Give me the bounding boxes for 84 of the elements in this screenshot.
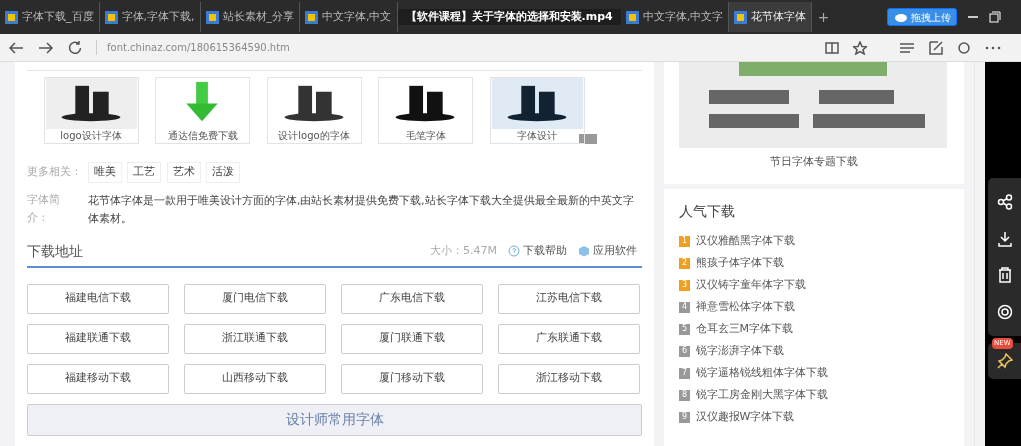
menu-icon[interactable] xyxy=(899,41,915,54)
back-icon[interactable] xyxy=(8,40,24,55)
software-link[interactable]: 应用软件 xyxy=(577,242,637,260)
browser-tab[interactable]: 字体,字体下载, xyxy=(99,2,201,32)
pen-icon[interactable] xyxy=(929,40,943,55)
page-icon xyxy=(305,10,318,24)
download-button[interactable]: 浙江联通下载 xyxy=(184,323,326,354)
browser-tab[interactable]: 花节体字体 xyxy=(729,2,813,32)
rank-badge: 4 xyxy=(679,301,690,313)
thumbnail-caption: logo设计字体 xyxy=(59,129,123,143)
thumbnail-caption: 通达信免费下载 xyxy=(166,129,239,143)
intro-text: 花节体字体是一款用于唯美设计方面的字体,由站长素材提供免费下载,站长字体下载大全提供最全最新的中英文字体素材。 xyxy=(88,192,635,226)
browser-tab[interactable]: 中文字体,中文 xyxy=(300,2,398,32)
download-button[interactable]: 厦门电信下载 xyxy=(184,283,326,314)
video-title: 【软件课程】关于字体的选择和安装.mp4 xyxy=(397,8,621,26)
page-icon xyxy=(205,10,219,24)
thumbnail[interactable]: 字体设计 xyxy=(489,77,585,144)
page-icon xyxy=(104,10,118,24)
download-button[interactable]: 山西移动下载 xyxy=(184,363,326,394)
download-button[interactable]: 广东电信下载 xyxy=(341,283,483,314)
box-icon xyxy=(577,245,590,257)
popular-link[interactable]: 汉仪雅酷黑字体下载 xyxy=(695,233,795,250)
popular-link[interactable]: 锐字工房金刚大黑字体下载 xyxy=(695,387,828,404)
thumbnail-caption: 字体设计 xyxy=(516,129,558,143)
popular-link[interactable]: 熊孩子体字体下载 xyxy=(695,255,784,272)
popular-link[interactable]: 锐字逼格锐线粗体字体下载 xyxy=(695,365,828,382)
thumbnail[interactable]: logo设计字体 xyxy=(43,77,139,144)
page-icon xyxy=(625,10,639,24)
star-icon[interactable] xyxy=(853,40,867,55)
tag-link[interactable]: 活泼 xyxy=(206,162,240,183)
download-button[interactable]: 广东联通下载 xyxy=(498,323,640,354)
download-button[interactable]: 厦门移动下载 xyxy=(341,363,483,394)
help-link[interactable]: 下载帮助 xyxy=(508,242,567,260)
thumbnail[interactable]: 毛笔字体 xyxy=(378,77,473,144)
browser-tab[interactable]: 字体下载_百度 xyxy=(0,2,100,32)
tag-link[interactable]: 唯美 xyxy=(87,162,122,183)
download-button[interactable]: 浙江移动下载 xyxy=(498,363,640,394)
popular-link[interactable]: 禅意雪松体字体下载 xyxy=(695,299,795,316)
rank-badge: 6 xyxy=(679,345,690,357)
restore-icon[interactable] xyxy=(989,11,1001,23)
rank-badge: 2 xyxy=(679,257,690,269)
refresh-icon[interactable] xyxy=(68,40,82,55)
rank-badge: 3 xyxy=(679,279,690,291)
rank-badge: 9 xyxy=(679,411,690,423)
download-button[interactable]: 福建联通下载 xyxy=(27,323,169,354)
ad-tag xyxy=(579,134,597,144)
rank-badge: 1 xyxy=(679,235,690,247)
reading-view-icon[interactable] xyxy=(825,41,839,54)
trash-icon[interactable] xyxy=(996,267,1013,284)
file-size: 大小：5.47M xyxy=(430,242,497,259)
forward-icon[interactable] xyxy=(38,40,54,55)
category-button[interactable]: 设计师常用字体 xyxy=(27,403,642,436)
download-button[interactable]: 福建电信下载 xyxy=(27,283,169,314)
download-button[interactable]: 江苏电信下载 xyxy=(498,283,640,314)
target-icon[interactable] xyxy=(996,303,1013,320)
popular-link[interactable]: 汉仪铸字童年体字下载 xyxy=(695,277,806,294)
thumbnail[interactable]: 设计logo的字体 xyxy=(266,77,362,144)
popular-link[interactable]: 仓耳玄三M字体下载 xyxy=(695,321,793,338)
pin-icon[interactable] xyxy=(996,353,1013,369)
page-icon xyxy=(734,10,748,24)
page-icon xyxy=(5,10,18,24)
download-icon[interactable] xyxy=(996,230,1013,247)
banner-caption: 节日字体专题下载 xyxy=(769,154,859,169)
section-title: 人气下载 xyxy=(679,202,736,222)
rank-badge: 7 xyxy=(679,367,690,379)
popular-link[interactable]: 汉仪趣报W字体下载 xyxy=(695,409,795,426)
tag-link[interactable]: 艺术 xyxy=(166,162,201,183)
popular-link[interactable]: 锐字澎湃字体下载 xyxy=(695,343,784,360)
rank-badge: 5 xyxy=(679,323,690,335)
download-button[interactable]: 厦门联通下载 xyxy=(341,323,483,354)
cloud-icon xyxy=(893,12,908,22)
thumbnail[interactable]: 通达信免费下载 xyxy=(155,77,250,144)
new-tab-button[interactable]: + xyxy=(812,6,835,28)
more-icon[interactable] xyxy=(985,45,1001,50)
download-button[interactable]: 福建移动下载 xyxy=(27,363,169,394)
help-icon xyxy=(508,245,520,257)
thumbnail-caption: 毛笔字体 xyxy=(404,129,447,143)
rank-badge: 8 xyxy=(679,389,690,401)
related-label: 更多相关： xyxy=(27,164,82,180)
tag-link[interactable]: 工艺 xyxy=(127,162,161,183)
intro-label: 字体简介： xyxy=(27,191,61,226)
section-title: 下载地址 xyxy=(27,241,83,261)
thumbnail-caption: 设计logo的字体 xyxy=(277,129,351,143)
browser-tab[interactable]: 站长素材_分享 xyxy=(200,2,300,32)
